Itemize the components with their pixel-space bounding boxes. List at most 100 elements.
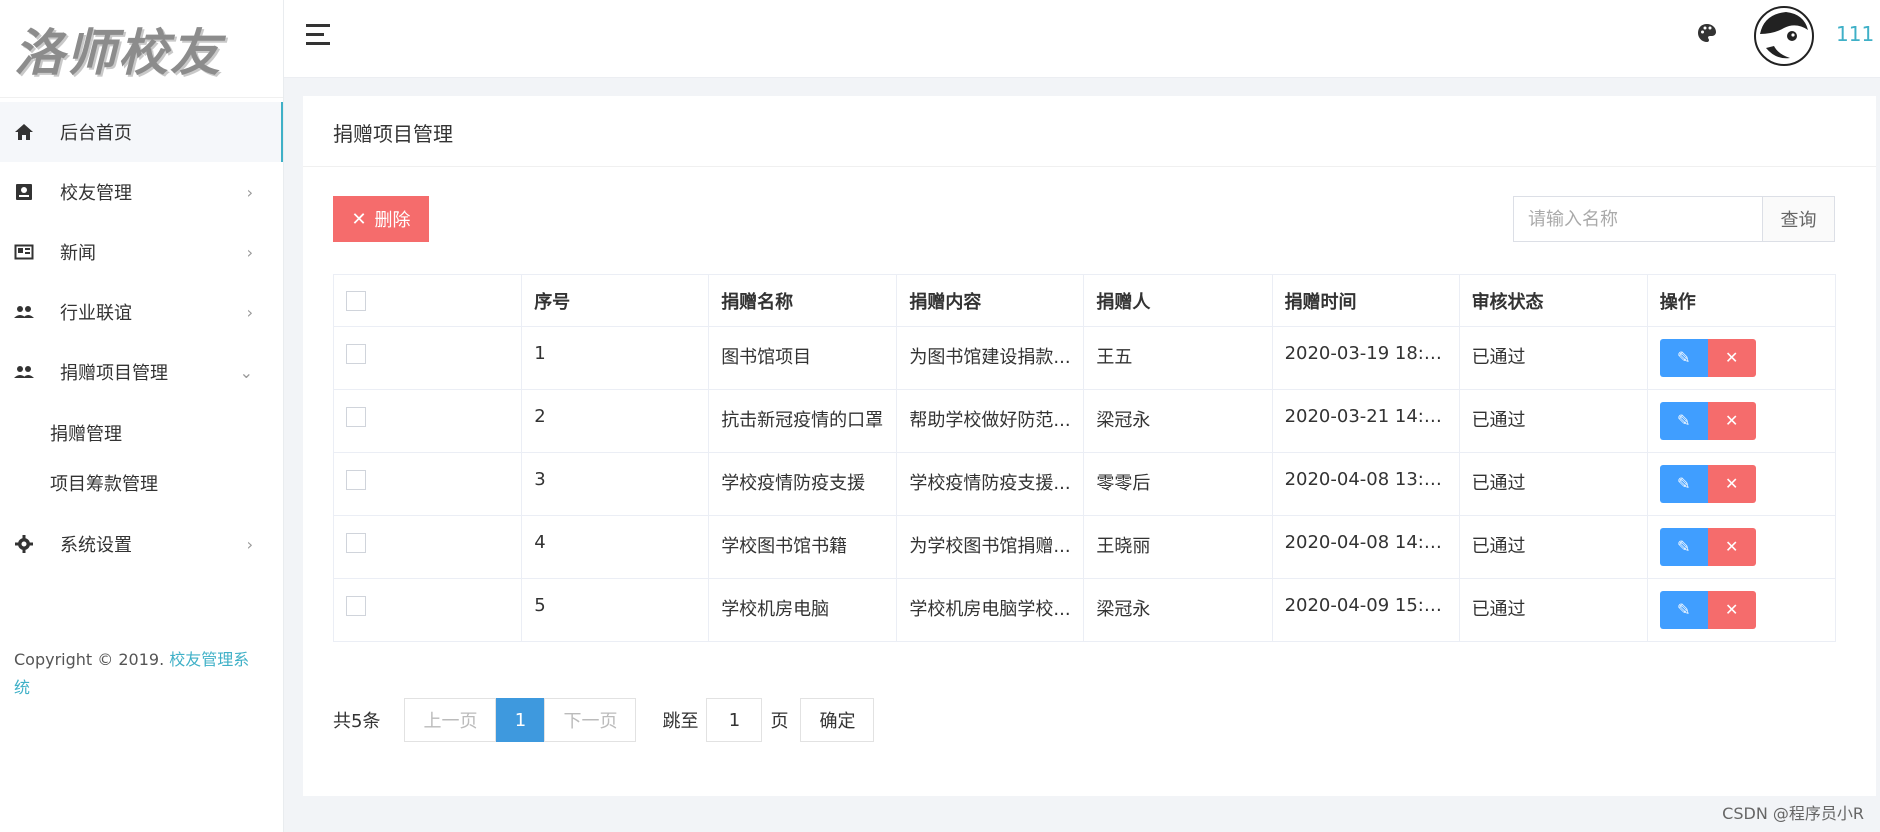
row-select-cell	[332, 389, 523, 453]
jump-unit: 页	[770, 711, 789, 732]
delete-button-label: 删除	[374, 210, 411, 231]
close-icon: ✕	[1725, 350, 1739, 367]
delete-row-button[interactable]: ✕	[1707, 528, 1756, 566]
row-checkbox[interactable]	[346, 596, 366, 616]
cell-actions: ✎ ✕	[1646, 326, 1837, 390]
sidebar-item-label: 新闻	[60, 243, 96, 264]
cell-content: 学校机房电脑学校...	[896, 578, 1085, 642]
delete-row-button[interactable]: ✕	[1707, 465, 1756, 503]
row-checkbox[interactable]	[346, 407, 366, 427]
delete-row-button[interactable]: ✕	[1707, 339, 1756, 377]
pencil-icon: ✎	[1677, 476, 1691, 493]
row-checkbox[interactable]	[346, 533, 366, 553]
row-checkbox[interactable]	[346, 344, 366, 364]
cell-actions: ✎ ✕	[1646, 515, 1837, 579]
cell-time: 2020-03-21 14:2...	[1271, 389, 1460, 453]
cell-name: 学校疫情防疫支援	[708, 452, 898, 516]
cell-status: 已通过	[1458, 578, 1648, 642]
delete-button[interactable]: ✕ 删除	[333, 196, 429, 242]
pencil-icon: ✎	[1677, 602, 1691, 619]
cell-donor: 王晓丽	[1083, 515, 1273, 579]
cell-status: 已通过	[1458, 389, 1648, 453]
search-button[interactable]: 查询	[1762, 197, 1834, 241]
logo-text: 洛师校友	[14, 22, 222, 82]
cell-donor: 梁冠永	[1083, 578, 1273, 642]
row-checkbox[interactable]	[346, 470, 366, 490]
sidebar-item-news[interactable]: 新闻 ›	[0, 222, 283, 282]
cell-content: 学校疫情防疫支援...	[896, 452, 1085, 516]
edit-button[interactable]: ✎	[1659, 465, 1708, 503]
sidebar-item-home[interactable]: 后台首页	[0, 102, 283, 162]
row-actions: ✎ ✕	[1659, 402, 1756, 440]
pencil-icon: ✎	[1677, 413, 1691, 430]
row-actions: ✎ ✕	[1659, 528, 1756, 566]
cell-actions: ✎ ✕	[1646, 578, 1837, 642]
sidebar-item-industry[interactable]: 行业联谊 ›	[0, 282, 283, 342]
edit-button[interactable]: ✎	[1659, 591, 1708, 629]
cell-time: 2020-04-09 15:0...	[1271, 578, 1460, 642]
next-page-button[interactable]: 下一页	[544, 698, 637, 742]
row-select-cell	[332, 578, 523, 642]
sidebar-item-label: 校友管理	[60, 183, 132, 204]
edit-button[interactable]: ✎	[1659, 402, 1708, 440]
pencil-icon: ✎	[1677, 350, 1691, 367]
sidebar-item-settings[interactable]: 系统设置 ›	[0, 514, 283, 574]
sidebar-item-label: 行业联谊	[60, 303, 132, 324]
page-number-current[interactable]: 1	[496, 698, 545, 742]
edit-button[interactable]: ✎	[1659, 528, 1708, 566]
cell-status: 已通过	[1458, 326, 1648, 390]
sidebar-item-donation[interactable]: 捐赠项目管理 ⌄	[0, 342, 283, 402]
select-all-checkbox[interactable]	[346, 291, 366, 311]
close-icon: ✕	[351, 208, 367, 230]
table-row: 1 图书馆项目 为图书馆建设捐款... 王五 2020-03-19 18:0..…	[332, 326, 1837, 390]
prev-page-button[interactable]: 上一页	[404, 698, 497, 742]
sidebar-subitem-fundraising[interactable]: 项目筹款管理	[0, 458, 283, 508]
home-icon	[12, 120, 36, 144]
cell-content: 为学校图书馆捐赠...	[896, 515, 1085, 579]
close-icon: ✕	[1725, 476, 1739, 493]
palette-icon[interactable]	[1696, 22, 1720, 46]
username[interactable]: 111	[1836, 22, 1874, 46]
gear-icon	[12, 532, 36, 556]
table-row: 5 学校机房电脑 学校机房电脑学校... 梁冠永 2020-04-09 15:0…	[332, 578, 1837, 642]
column-header: 操作	[1646, 274, 1837, 327]
column-header: 捐赠内容	[896, 274, 1085, 327]
logo[interactable]: 洛师校友	[0, 0, 283, 98]
avatar[interactable]	[1754, 6, 1814, 66]
copyright-text: Copyright © 2019.	[14, 650, 170, 669]
cell-donor: 王五	[1083, 326, 1273, 390]
jump-label: 跳至	[662, 711, 699, 732]
delete-row-button[interactable]: ✕	[1707, 591, 1756, 629]
pencil-icon: ✎	[1677, 539, 1691, 556]
cell-time: 2020-04-08 14:1...	[1271, 515, 1460, 579]
table-row: 2 抗击新冠疫情的口罩 帮助学校做好防范... 梁冠永 2020-03-21 1…	[332, 389, 1837, 453]
chevron-right-icon: ›	[246, 534, 253, 554]
sidebar-nav: 后台首页 校友管理 › 新闻 › 行业联谊 › 捐赠项目管理 ⌄ 捐赠管理 项目…	[0, 98, 283, 574]
select-all-cell	[332, 274, 523, 327]
sidebar-item-label: 项目筹款管理	[50, 474, 158, 495]
sidebar-subitem-donation-manage[interactable]: 捐赠管理	[0, 408, 283, 458]
cell-content: 为图书馆建设捐款...	[896, 326, 1085, 390]
menu-toggle-icon[interactable]	[306, 24, 334, 50]
cell-time: 2020-04-08 13:3...	[1271, 452, 1460, 516]
sidebar-item-alumni[interactable]: 校友管理 ›	[0, 162, 283, 222]
title-divider	[303, 166, 1876, 167]
sidebar-item-label: 捐赠管理	[50, 424, 122, 445]
row-actions: ✎ ✕	[1659, 465, 1756, 503]
search-input[interactable]	[1514, 197, 1762, 241]
people-icon	[12, 360, 36, 384]
cell-status: 已通过	[1458, 452, 1648, 516]
cell-index: 2	[521, 389, 710, 453]
people-icon	[12, 300, 36, 324]
cell-time: 2020-03-19 18:0...	[1271, 326, 1460, 390]
jump-page-input[interactable]	[706, 698, 763, 742]
jump-confirm-button[interactable]: 确定	[800, 698, 875, 742]
delete-row-button[interactable]: ✕	[1707, 402, 1756, 440]
cell-index: 1	[521, 326, 710, 390]
cell-donor: 梁冠永	[1083, 389, 1273, 453]
cell-name: 图书馆项目	[708, 326, 898, 390]
sidebar-item-label: 捐赠项目管理	[60, 363, 168, 384]
column-header: 审核状态	[1458, 274, 1648, 327]
copyright: Copyright © 2019. 校友管理系统	[14, 646, 254, 702]
edit-button[interactable]: ✎	[1659, 339, 1708, 377]
